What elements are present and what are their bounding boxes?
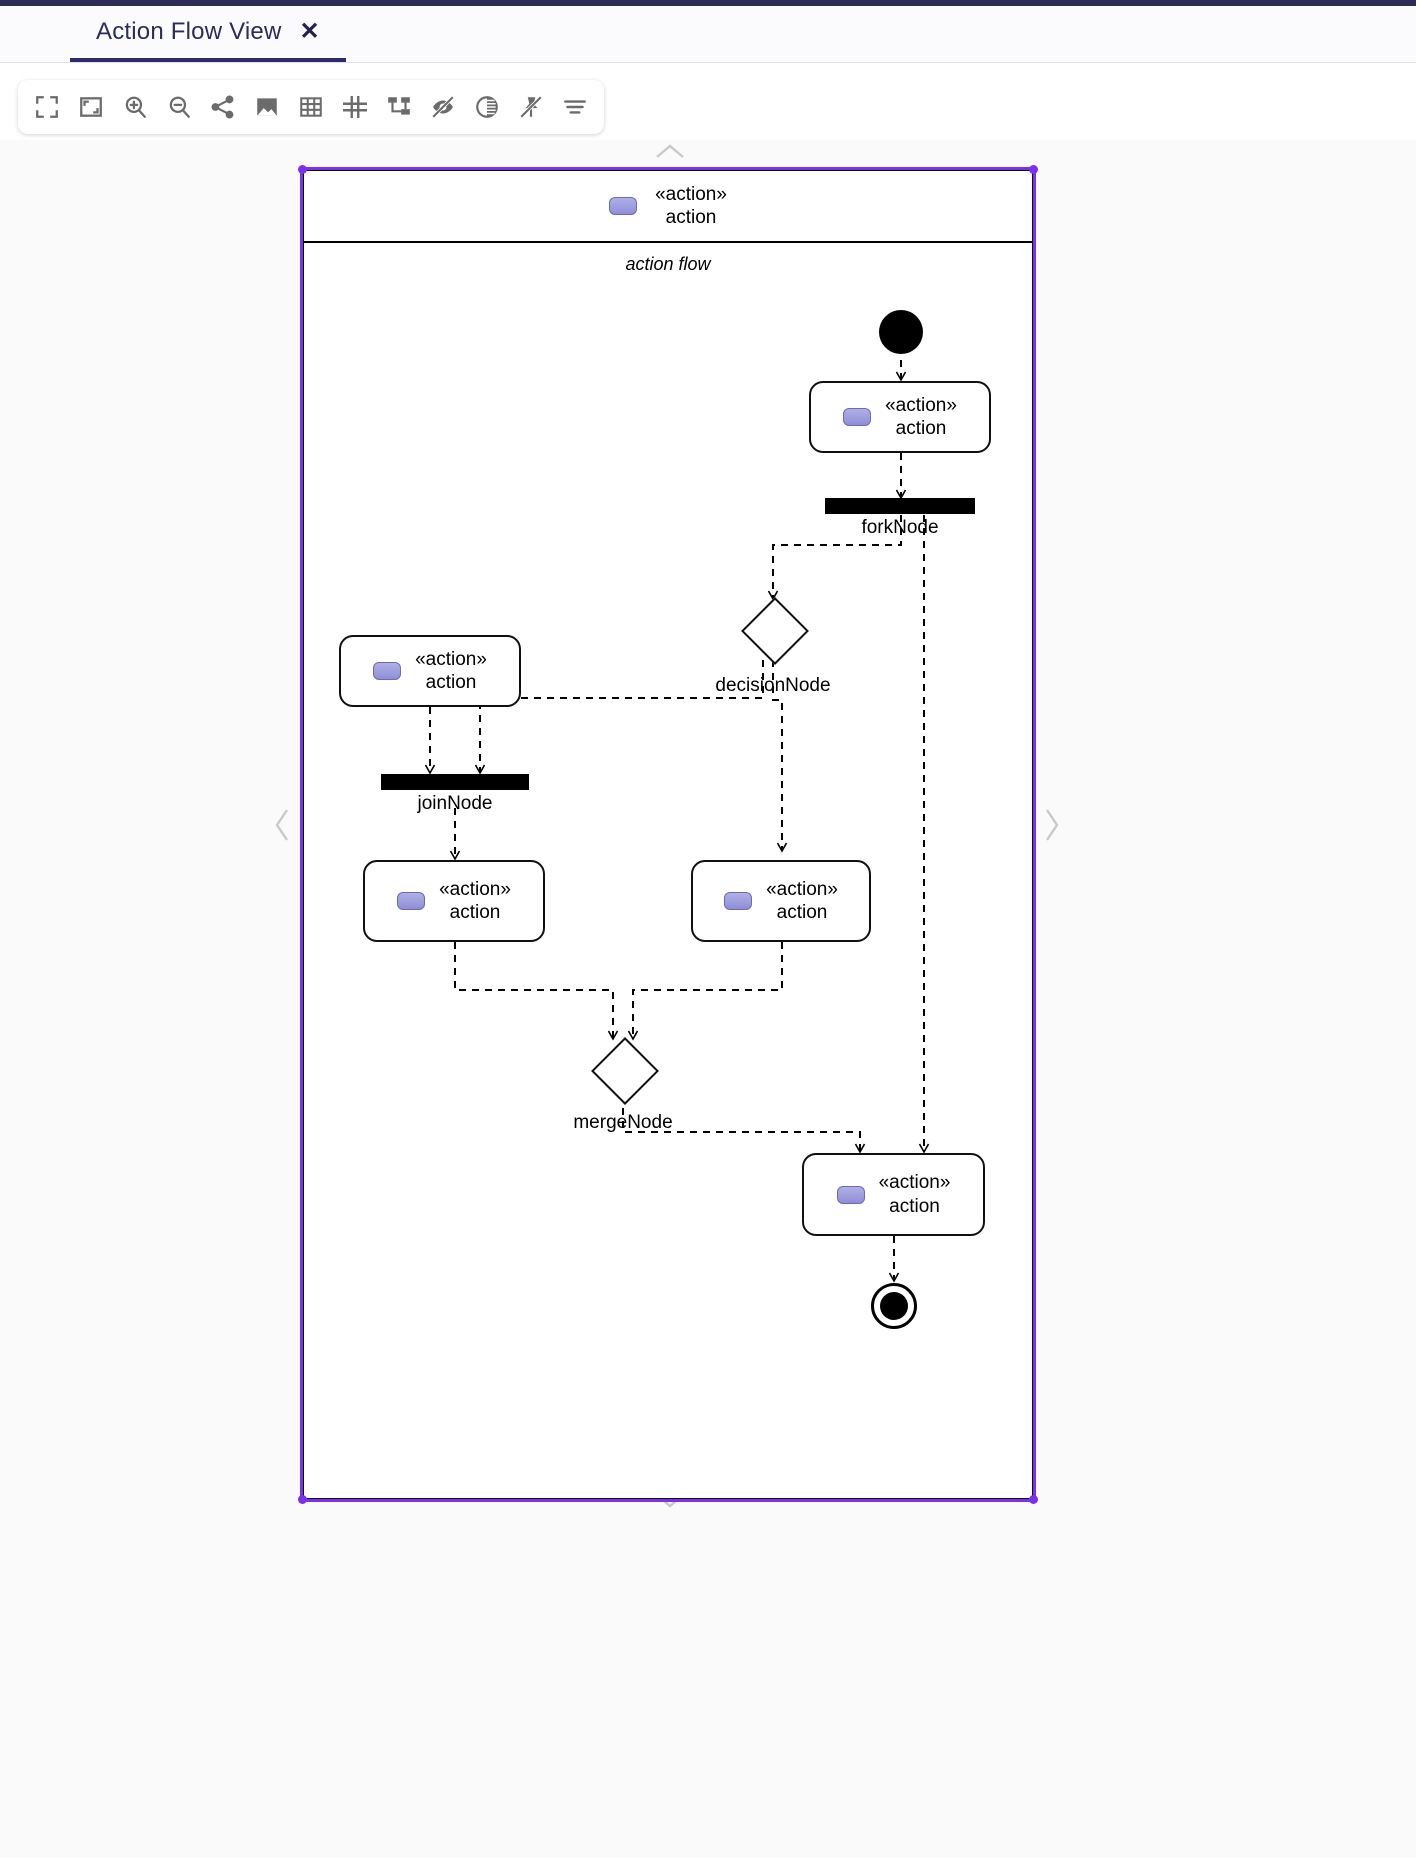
frame-border — [303, 170, 1033, 1499]
final-node-inner — [880, 1292, 908, 1320]
action-node-1-label: action — [895, 418, 947, 439]
frame-header: «action» action — [304, 171, 1032, 243]
zoom-in-icon[interactable] — [118, 90, 152, 124]
activity-diagram-frame[interactable]: «action» action action flow «action» act… — [298, 165, 1038, 1504]
action-node-2-stereotype: «action» — [415, 648, 487, 670]
action-node-4-stereotype: «action» — [766, 878, 838, 900]
snap-grid-icon[interactable] — [338, 90, 372, 124]
tab-action-flow-view[interactable]: Action Flow View ✕ — [70, 6, 346, 62]
fork-node[interactable] — [825, 498, 975, 514]
list-icon[interactable] — [558, 90, 592, 124]
nav-up-icon[interactable] — [652, 140, 688, 169]
action-node-4[interactable]: «action» action — [691, 860, 871, 942]
fit-screen-icon[interactable] — [30, 90, 64, 124]
action-node-3-stereotype: «action» — [439, 878, 511, 900]
decision-node-label: decisionNode — [715, 675, 831, 696]
action-node-4-label: action — [776, 902, 828, 923]
image-icon[interactable] — [250, 90, 284, 124]
action-node-5-label: action — [889, 1195, 940, 1217]
action-node-3[interactable]: «action» action — [363, 860, 545, 942]
action-stereotype-icon — [836, 1185, 865, 1204]
tab-bar: Action Flow View ✕ — [0, 6, 1416, 63]
resize-handle-bottom-right[interactable] — [1029, 1495, 1038, 1504]
contrast-icon[interactable] — [470, 90, 504, 124]
action-node-1-stereotype: «action» — [885, 394, 957, 416]
share-icon[interactable] — [206, 90, 240, 124]
diagram-toolbar — [18, 80, 604, 134]
final-node[interactable] — [871, 1283, 917, 1329]
tab-label: Action Flow View — [96, 18, 282, 45]
action-stereotype-icon — [373, 662, 402, 680]
layout-icon[interactable] — [382, 90, 416, 124]
grid-icon[interactable] — [294, 90, 328, 124]
action-stereotype-icon — [843, 408, 872, 426]
action-node-2-label: action — [425, 672, 477, 693]
fork-node-label: forkNode — [861, 517, 939, 538]
action-node-1[interactable]: «action» action — [809, 381, 991, 453]
close-icon[interactable]: ✕ — [300, 20, 320, 44]
frame-stereotype: «action» — [655, 183, 727, 205]
diagram-canvas[interactable]: «action» action action flow «action» act… — [0, 140, 1416, 1858]
action-node-5[interactable]: «action» action — [802, 1153, 985, 1236]
hide-icon[interactable] — [426, 90, 460, 124]
action-stereotype-icon — [724, 892, 753, 910]
initial-node[interactable] — [879, 310, 923, 354]
frame-name: action — [665, 207, 717, 228]
join-node[interactable] — [381, 774, 529, 790]
action-node-3-label: action — [449, 902, 501, 923]
compartment-label: action flow — [625, 254, 711, 274]
action-stereotype-icon — [609, 197, 638, 215]
zoom-out-icon[interactable] — [162, 90, 196, 124]
join-node-label: joinNode — [417, 793, 493, 814]
fit-content-icon[interactable] — [74, 90, 108, 124]
frame-title: «action» action — [655, 183, 727, 229]
pin-off-icon[interactable] — [514, 90, 548, 124]
nav-right-icon[interactable] — [1040, 805, 1064, 850]
action-node-5-stereotype: «action» — [878, 1172, 951, 1194]
action-node-2[interactable]: «action» action — [339, 635, 521, 707]
resize-handle-bottom-left[interactable] — [298, 1495, 307, 1504]
merge-node-label: mergeNode — [573, 1112, 673, 1133]
action-stereotype-icon — [397, 892, 426, 910]
nav-left-icon[interactable] — [270, 805, 294, 850]
